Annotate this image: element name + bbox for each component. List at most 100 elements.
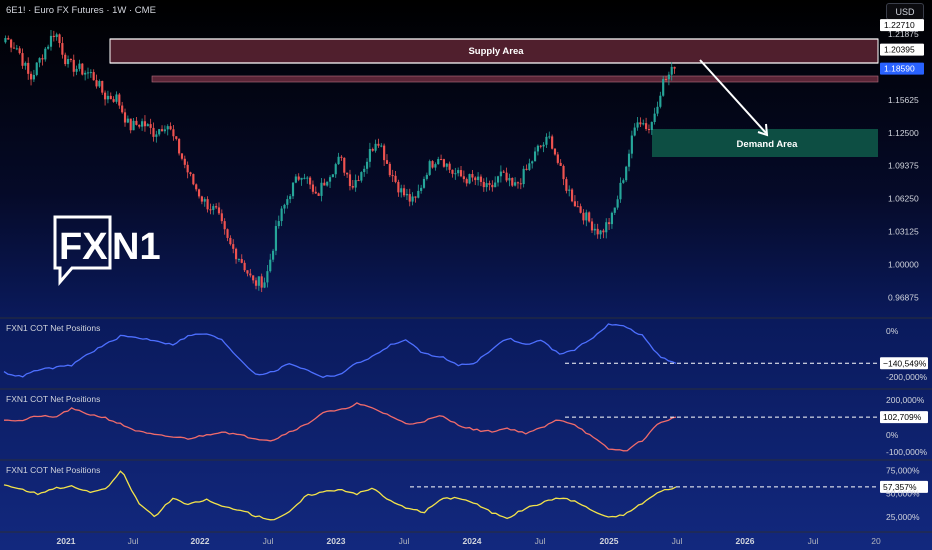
candle-body — [459, 170, 463, 177]
candle-body — [44, 48, 47, 60]
candle-body — [405, 194, 408, 196]
price-marker-label: 1.18590 — [884, 64, 915, 74]
candle-body — [636, 122, 639, 128]
resistance-band[interactable] — [151, 75, 879, 83]
pane-title-cot-1: FXN1 COT Net Positions — [6, 323, 101, 333]
candle-body — [408, 194, 411, 202]
candle-body — [138, 124, 141, 127]
candle-body — [536, 145, 539, 152]
price-tick-label: 0.96875 — [888, 293, 919, 303]
candle-body — [420, 187, 423, 191]
candle-body — [306, 177, 309, 179]
candle-body — [4, 38, 7, 43]
candle-body — [89, 72, 92, 74]
candle-body — [471, 174, 474, 178]
candle-body — [152, 127, 155, 137]
candle-body — [200, 196, 203, 202]
candle-body — [226, 229, 229, 238]
supply-area-label: Supply Area — [468, 46, 524, 57]
candle-body — [66, 59, 70, 65]
candle-body — [496, 176, 500, 183]
trend-arrow-line[interactable] — [699, 59, 767, 134]
candle-body — [203, 199, 206, 202]
candle-body — [494, 182, 497, 188]
time-tick-label: 2023 — [327, 536, 346, 546]
candle-body — [109, 95, 112, 100]
candle-body — [368, 148, 371, 162]
candle-body — [499, 171, 502, 177]
time-tick-label: 2024 — [463, 536, 482, 546]
candle-body — [323, 182, 326, 186]
candle-body — [576, 206, 579, 208]
candle-body — [516, 182, 520, 184]
candle-body — [445, 163, 448, 167]
candle-body — [27, 62, 30, 74]
cot-net-positions-line-1 — [3, 323, 677, 379]
candle-body — [55, 34, 58, 38]
candle-body — [300, 177, 303, 180]
candle-body — [673, 66, 676, 69]
candle-body — [622, 180, 625, 183]
candle-body — [562, 165, 565, 180]
candle-body — [7, 38, 10, 40]
candle-body — [625, 166, 628, 181]
candle-body — [195, 184, 198, 190]
candle-body — [220, 213, 223, 222]
candle-body — [240, 259, 243, 263]
candle-body — [590, 221, 594, 231]
candle-body — [314, 191, 317, 194]
cot-last-value-label: −140,549% — [883, 358, 927, 368]
candle-body — [121, 105, 124, 113]
candle-body — [277, 221, 280, 227]
candle-body — [183, 158, 186, 165]
candle-body — [477, 176, 480, 181]
candle-body — [180, 153, 184, 159]
candle-body — [662, 79, 665, 96]
candle-body — [64, 54, 67, 65]
candle-body — [539, 145, 542, 147]
candle-body — [374, 143, 377, 151]
candle-body — [542, 144, 545, 147]
cot-tick-label: 200,000% — [886, 395, 925, 405]
candle-body — [371, 148, 374, 151]
candle-body — [602, 230, 605, 233]
candle-body — [570, 189, 574, 202]
candle-body — [465, 179, 468, 184]
candle-body — [286, 199, 289, 205]
candle-body — [126, 118, 129, 123]
candle-body — [585, 212, 588, 221]
candle-body — [197, 189, 201, 197]
candle-body — [354, 180, 357, 188]
candle-body — [340, 156, 343, 158]
candle-body — [380, 145, 383, 147]
candle-body — [394, 175, 397, 182]
candle-body — [10, 39, 13, 48]
candle-body — [647, 129, 651, 131]
candle-body — [75, 68, 78, 72]
cot-net-positions-line-2 — [3, 402, 677, 452]
candle-body — [559, 162, 562, 166]
candle-body — [582, 212, 585, 221]
candle-body — [303, 177, 306, 179]
candle-body — [260, 276, 263, 288]
candle-body — [123, 112, 127, 123]
candle-body — [551, 136, 554, 149]
price-marker-label: 1.22710 — [884, 20, 915, 30]
candle-body — [545, 136, 548, 145]
candle-body — [491, 184, 494, 188]
demand-area-label: Demand Area — [737, 139, 799, 150]
candle-body — [568, 189, 571, 191]
candle-body — [29, 73, 33, 80]
candle-body — [457, 170, 460, 174]
candle-body — [653, 113, 656, 123]
candle-body — [553, 148, 557, 155]
candle-body — [297, 176, 300, 180]
candle-body — [266, 271, 269, 283]
price-tick-label: 1.12500 — [888, 128, 919, 138]
price-marker-label: 1.20395 — [884, 45, 915, 55]
candle-body — [274, 226, 278, 251]
candle-body — [104, 92, 107, 100]
candle-body — [149, 124, 152, 128]
candle-body — [72, 59, 75, 72]
candle-body — [98, 80, 101, 87]
